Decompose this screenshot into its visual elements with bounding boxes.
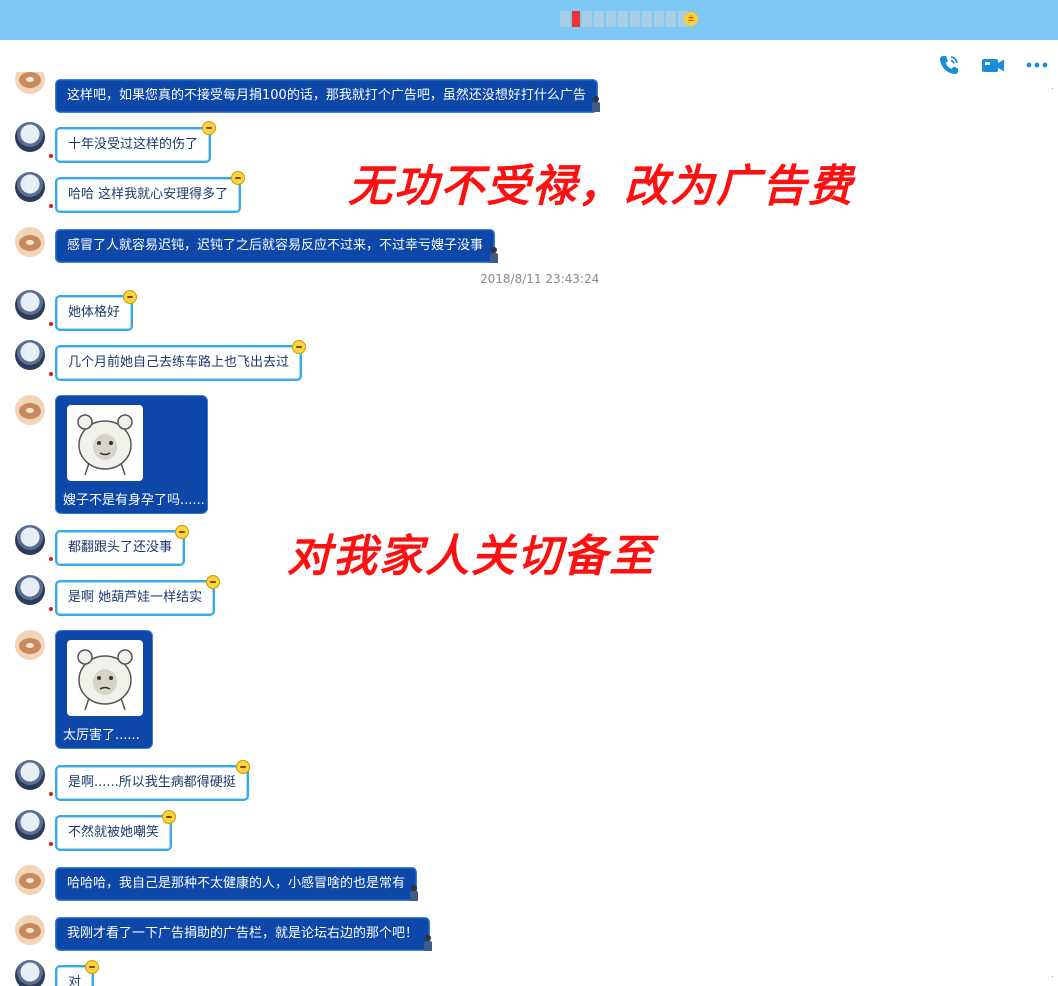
image-caption: 嫂子不是有身孕了吗...... xyxy=(63,493,205,508)
message-text: 她体格好 xyxy=(68,305,121,320)
message-text: 几个月前她自己去练车路上也飞出去过 xyxy=(68,355,290,370)
message-timestamp: 2018/8/11 23:43:24 xyxy=(480,272,600,286)
scroll-marker: · xyxy=(1050,972,1054,983)
message-text: 是啊......所以我生病都得硬挺 xyxy=(68,775,236,790)
message-text: 不然就被她嘲笑 xyxy=(68,825,160,840)
vip-badge-icon: ± xyxy=(684,12,698,26)
message-bubble-received: 这样吧，如果您真的不接受每月捐100的话，那我就打个广告吧，虽然还没想好打什么广… xyxy=(55,79,598,113)
avatar-bear[interactable] xyxy=(15,227,45,257)
message-bubble-sent: 哈哈 这样我就心安理得多了 xyxy=(55,177,242,213)
user-level-icon xyxy=(423,935,433,951)
avatar-boy[interactable] xyxy=(15,525,45,555)
avatar-bear[interactable] xyxy=(15,395,45,425)
online-status-dot xyxy=(49,557,53,561)
online-status-dot xyxy=(49,322,53,326)
vip-emoji-icon xyxy=(162,810,176,824)
online-status-dot xyxy=(49,372,53,376)
scroll-marker: · xyxy=(1050,84,1054,95)
image-message-bubble[interactable]: 太厉害了...... xyxy=(55,630,153,749)
image-caption: 太厉害了...... xyxy=(63,728,140,743)
message-bubble-sent: 不然就被她嘲笑 xyxy=(55,815,173,851)
message-text: 感冒了人就容易迟钝，迟钝了之后就容易反应不过来，不过幸亏嫂子没事 xyxy=(67,238,484,253)
avatar-boy[interactable] xyxy=(15,575,45,605)
avatar-bear[interactable] xyxy=(15,72,45,94)
vip-emoji-icon xyxy=(206,575,220,589)
message-bubble-sent: 是啊 她葫芦娃一样结实 xyxy=(55,580,216,616)
message-text: 是啊 她葫芦娃一样结实 xyxy=(68,590,203,605)
avatar-boy[interactable] xyxy=(15,760,45,790)
message-bubble-sent: 十年没受过这样的伤了 xyxy=(55,127,212,163)
message-text: 我刚才看了一下广告捐助的广告栏，就是论坛右边的那个吧！ xyxy=(67,926,419,941)
online-status-dot xyxy=(49,154,53,158)
vip-emoji-icon xyxy=(292,340,306,354)
message-bubble-sent: 几个月前她自己去练车路上也飞出去过 xyxy=(55,345,303,381)
avatar-bear[interactable] xyxy=(15,630,45,660)
online-status-dot xyxy=(49,204,53,208)
avatar-boy[interactable] xyxy=(15,290,45,320)
message-bubble-received: 哈哈哈，我自己是那种不太健康的人，小感冒啥的也是常有 xyxy=(55,867,418,901)
message-text: 这样吧，如果您真的不接受每月捐100的话，那我就打个广告吧，虽然还没想好打什么广… xyxy=(67,88,586,103)
avatar-boy[interactable] xyxy=(15,810,45,840)
avatar-boy[interactable] xyxy=(15,960,45,986)
avatar-bear[interactable] xyxy=(15,865,45,895)
image-message-bubble[interactable]: 嫂子不是有身孕了吗...... xyxy=(55,395,208,514)
overlay-caption: 对我家人关切备至 xyxy=(287,531,655,582)
avatar-boy[interactable] xyxy=(15,172,45,202)
vip-emoji-icon xyxy=(123,290,137,304)
vip-emoji-icon xyxy=(85,960,99,974)
message-bubble-sent: 她体格好 xyxy=(55,295,134,331)
message-bubble-sent: 都翻跟头了还没事 xyxy=(55,530,186,566)
message-text: 哈哈哈，我自己是那种不太健康的人，小感冒啥的也是常有 xyxy=(67,876,406,891)
bear-meme-sticker[interactable] xyxy=(67,405,143,481)
avatar-boy[interactable] xyxy=(15,340,45,370)
overlay-caption: 无功不受禄，改为广告费 xyxy=(348,161,854,212)
online-status-dot xyxy=(49,842,53,846)
vip-emoji-icon xyxy=(236,760,250,774)
vip-emoji-icon xyxy=(175,525,189,539)
user-level-icon xyxy=(409,885,419,901)
avatar-boy[interactable] xyxy=(15,122,45,152)
bear-meme-sticker[interactable] xyxy=(67,640,143,716)
blurred-contact-name xyxy=(560,8,688,30)
message-text: 对 xyxy=(68,975,82,986)
message-text: 十年没受过这样的伤了 xyxy=(68,137,199,152)
message-bubble-sent: 是啊......所以我生病都得硬挺 xyxy=(55,765,249,801)
message-bubble-received: 感冒了人就容易迟钝，迟钝了之后就容易反应不过来，不过幸亏嫂子没事 xyxy=(55,229,496,263)
online-status-dot xyxy=(49,792,53,796)
avatar-bear[interactable] xyxy=(15,915,45,945)
online-status-dot xyxy=(49,607,53,611)
vip-emoji-icon xyxy=(202,121,216,135)
vip-emoji-icon xyxy=(231,171,245,185)
message-bubble-received: 我刚才看了一下广告捐助的广告栏，就是论坛右边的那个吧！ xyxy=(55,917,431,951)
message-text: 哈哈 这样我就心安理得多了 xyxy=(68,187,229,202)
title-bar: ± xyxy=(0,0,1058,40)
message-text: 都翻跟头了还没事 xyxy=(68,540,173,555)
user-level-icon xyxy=(591,96,601,112)
user-level-icon xyxy=(489,247,499,263)
